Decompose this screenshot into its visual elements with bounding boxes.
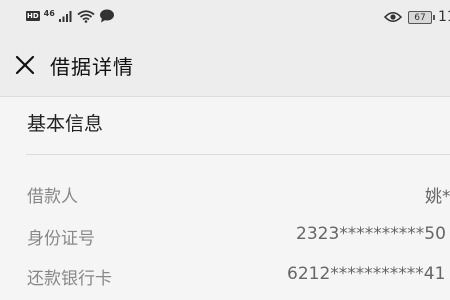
- id-number-value: 2323**********50: [296, 224, 446, 244]
- status-clock: 11: [438, 9, 450, 25]
- close-icon[interactable]: [14, 54, 36, 76]
- loan-details-content: 基本信息 借款人 姚* 身份证号 2323**********50 还款银行卡 …: [0, 97, 450, 300]
- section-divider: [26, 154, 450, 155]
- status-right: 67 11: [384, 9, 450, 25]
- section-title-basic-info: 基本信息: [27, 113, 104, 135]
- page-title: 借据详情: [50, 55, 134, 79]
- status-bar: HD 46 67 11: [0, 0, 450, 34]
- battery-icon: 67: [408, 10, 435, 24]
- info-row-id-number: 身份证号 2323**********50: [0, 224, 450, 254]
- wifi-icon: [77, 9, 95, 23]
- eye-icon: [384, 11, 402, 23]
- cellular-signal-icon: [58, 11, 72, 22]
- borrower-label: 借款人: [27, 187, 78, 207]
- hd-badge: HD: [26, 11, 40, 21]
- bank-card-label: 还款银行卡: [27, 269, 112, 289]
- app-header: 借据详情: [0, 34, 450, 97]
- borrower-value: 姚*: [425, 187, 450, 207]
- info-row-borrower: 借款人 姚*: [0, 182, 450, 212]
- chat-bubble-icon: [99, 9, 114, 23]
- status-left: HD 46: [26, 9, 115, 23]
- info-row-bank-card: 还款银行卡 6212***********41: [0, 264, 450, 294]
- id-number-label: 身份证号: [27, 229, 95, 249]
- bank-card-value: 6212***********41: [287, 264, 446, 284]
- network-type-label: 46: [43, 9, 55, 18]
